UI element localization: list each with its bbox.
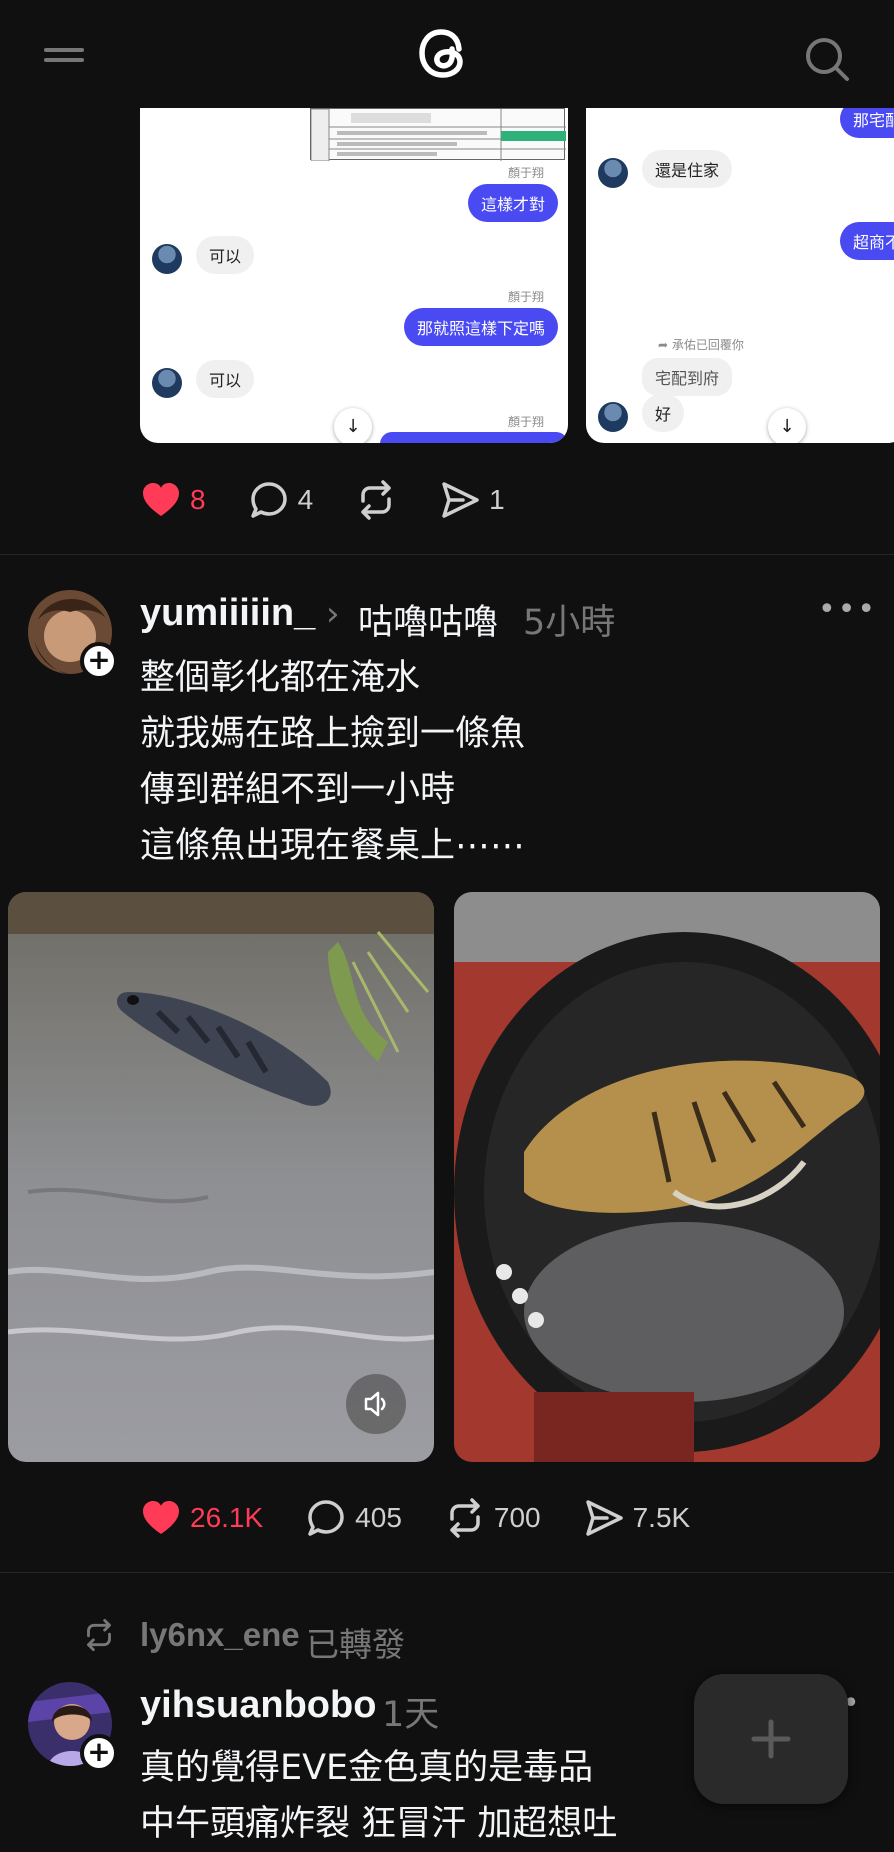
chat-screenshot-1[interactable]: 顏于翔 這樣才對 可以 顏于翔 那就照這樣下定嗎 可以 顏于翔 ↓ bbox=[140, 108, 568, 443]
chat-avatar bbox=[598, 402, 628, 432]
post2-action-bar: 26.1K 405 700 7.5K bbox=[140, 1494, 732, 1542]
chat-sender-name: 顏于翔 bbox=[508, 290, 545, 304]
post-time: 5小時 bbox=[523, 603, 616, 643]
post-divider bbox=[0, 554, 894, 555]
post-username[interactable]: yumiiiiin_ bbox=[140, 592, 315, 635]
post-divider bbox=[0, 1572, 894, 1573]
chat-quoted-message: 宅配到府 bbox=[642, 358, 733, 396]
post-line: 中午頭痛炸裂 狂冒汗 加超想吐 bbox=[140, 1804, 618, 1844]
volume-icon[interactable] bbox=[346, 1374, 406, 1434]
heart-icon bbox=[143, 483, 179, 516]
chat-screenshot-2[interactable]: 那宅配 還是住家 超商不 ➦ 承佑已回覆你 宅配到府 好 ↓ bbox=[586, 108, 894, 443]
chat-avatar bbox=[598, 158, 628, 188]
top-bar bbox=[0, 0, 894, 108]
post-line: 傳到群組不到一小時 bbox=[140, 770, 456, 810]
scroll-down-arrow-icon: ↓ bbox=[768, 408, 806, 443]
chat-sender-name: 顏于翔 bbox=[508, 415, 545, 429]
follow-plus-icon[interactable]: + bbox=[80, 1734, 118, 1772]
chat-message-sent: 那宅配 bbox=[840, 108, 894, 138]
compose-button[interactable] bbox=[694, 1674, 848, 1804]
repost-button[interactable] bbox=[355, 479, 397, 521]
chat-message-received: 可以 bbox=[196, 236, 255, 274]
like-count: 8 bbox=[190, 484, 206, 515]
comment-icon bbox=[250, 482, 287, 518]
comment-icon bbox=[308, 1500, 344, 1536]
reposted-by-username[interactable]: ly6nx_ene bbox=[140, 1616, 300, 1654]
post-body: 整個彰化都在淹水 就我媽在路上撿到一條魚 傳到群組不到一小時 這條魚出現在餐桌上… bbox=[140, 650, 525, 874]
post-line: 就我媽在路上撿到一條魚 bbox=[140, 714, 526, 754]
repost-icon bbox=[450, 1498, 480, 1538]
chat-message-sent: 這樣才對 bbox=[467, 184, 558, 222]
share-icon bbox=[442, 482, 479, 518]
repost-button[interactable]: 700 bbox=[444, 1497, 541, 1539]
post-topic[interactable]: 咕嚕咕嚕 bbox=[358, 594, 498, 645]
chat-message-sent: 那就照這樣下定嗎 bbox=[403, 308, 558, 346]
chat-reply-note: ➦ 承佑已回覆你 bbox=[658, 338, 744, 352]
scroll-down-arrow-icon: ↓ bbox=[334, 408, 372, 443]
post-username[interactable]: yihsuanbobo bbox=[140, 1684, 376, 1727]
search-icon[interactable] bbox=[804, 36, 850, 82]
menu-icon[interactable] bbox=[44, 48, 84, 72]
chat-message-received: 還是住家 bbox=[642, 150, 733, 188]
chat-message-received: 可以 bbox=[196, 360, 255, 398]
chat-avatar bbox=[152, 368, 182, 398]
post-video[interactable] bbox=[8, 892, 434, 1462]
like-button[interactable]: 26.1K bbox=[140, 1497, 263, 1539]
plus-icon bbox=[751, 1719, 791, 1759]
post1-action-bar: 8 4 1 bbox=[140, 476, 547, 524]
chat-message-sent: 超商不 bbox=[840, 222, 894, 260]
share-count: 1 bbox=[489, 484, 505, 515]
document-table-image bbox=[310, 108, 566, 162]
reply-count: 405 bbox=[355, 1502, 402, 1533]
reply-count: 4 bbox=[297, 484, 314, 515]
reposted-label: 已轉發 bbox=[306, 1625, 405, 1664]
share-count: 7.5K bbox=[632, 1502, 691, 1533]
share-button[interactable]: 1 bbox=[439, 479, 505, 521]
chat-avatar bbox=[152, 244, 182, 274]
share-icon bbox=[585, 1500, 623, 1536]
chevron-right-icon: › bbox=[326, 594, 340, 634]
repost-count: 700 bbox=[493, 1502, 541, 1533]
heart-icon bbox=[143, 1501, 179, 1534]
threads-logo[interactable] bbox=[418, 22, 476, 84]
post-line: 真的覺得EVE金色真的是毒品 bbox=[140, 1748, 594, 1788]
repost-icon bbox=[87, 1619, 111, 1651]
chat-message-partial bbox=[380, 432, 568, 443]
post-image-cooked-fish[interactable] bbox=[454, 892, 880, 1462]
share-button[interactable]: 7.5K bbox=[583, 1497, 691, 1539]
post-line: 這條魚出現在餐桌上⋯⋯ bbox=[140, 826, 526, 866]
repost-icon bbox=[361, 480, 391, 520]
post-line: 整個彰化都在淹水 bbox=[140, 658, 421, 698]
post-time: 1天 bbox=[382, 1695, 440, 1735]
follow-plus-icon[interactable]: + bbox=[80, 642, 118, 680]
like-count: 26.1K bbox=[190, 1502, 264, 1533]
more-options-icon[interactable]: ••• bbox=[818, 592, 877, 627]
chat-sender-name: 顏于翔 bbox=[508, 166, 545, 180]
reply-button[interactable]: 405 bbox=[305, 1497, 402, 1539]
like-button[interactable]: 8 bbox=[140, 479, 206, 521]
chat-message-received: 好 bbox=[642, 394, 685, 432]
post1-media-carousel[interactable]: 顏于翔 這樣才對 可以 顏于翔 那就照這樣下定嗎 可以 顏于翔 ↓ 那宅配 還是… bbox=[0, 108, 894, 444]
post-body: 真的覺得EVE金色真的是毒品 中午頭痛炸裂 狂冒汗 加超想吐 bbox=[140, 1740, 617, 1852]
reply-button[interactable]: 4 bbox=[248, 479, 314, 521]
